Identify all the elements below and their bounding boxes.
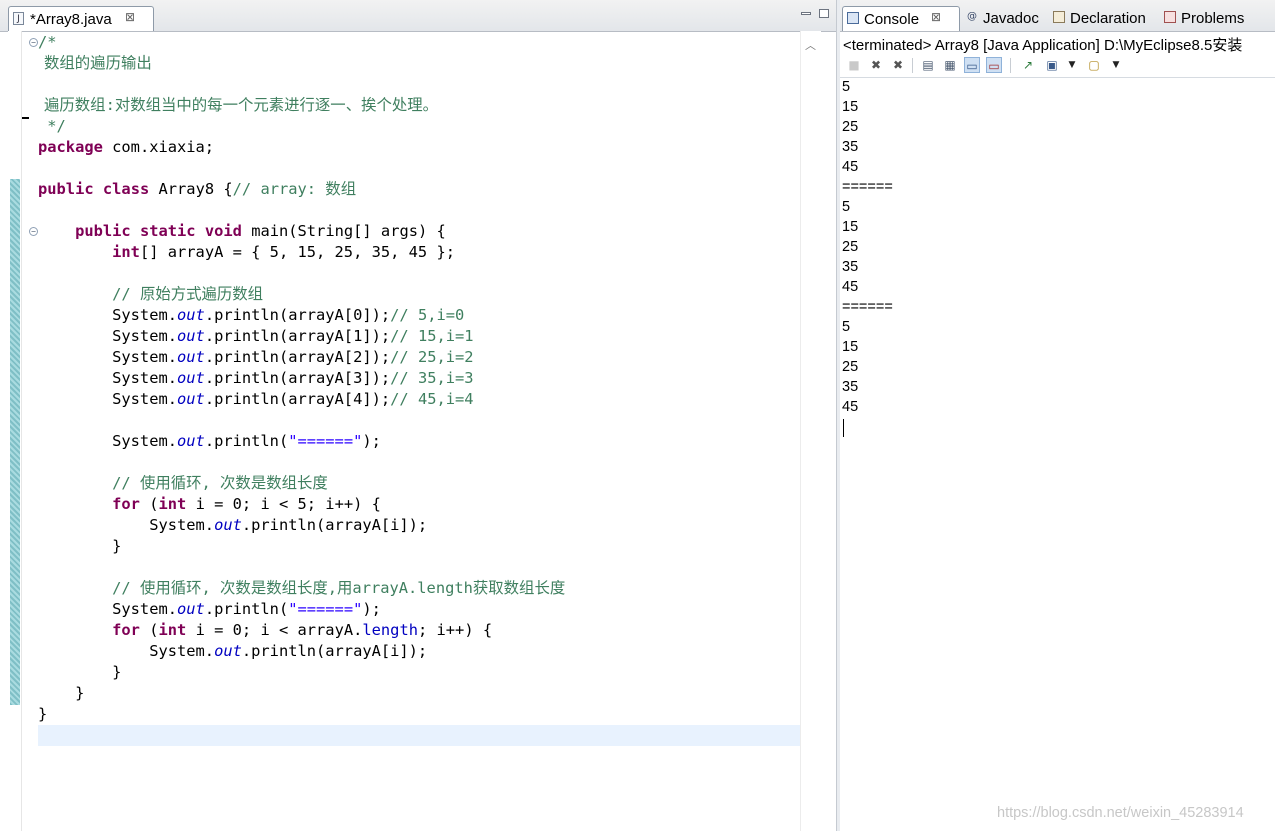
line-marker — [22, 117, 29, 119]
code-line: for (int i = 0; i < arrayA.length; i++) … — [112, 621, 493, 639]
declaration-icon — [1053, 11, 1065, 23]
code-line: System.out.println(arrayA[i]); — [38, 642, 428, 660]
watermark: https://blog.csdn.net/weixin_45283914 — [997, 805, 1244, 821]
console-pane: Console ⊠ @ Javadoc Declaration Problems… — [840, 0, 1275, 831]
problems-icon — [1164, 11, 1176, 23]
close-tab-icon[interactable]: ⊠ — [931, 10, 941, 24]
console-line: 15 — [842, 219, 859, 235]
tab-array8-java[interactable]: J *Array8.java ⊠ — [8, 6, 154, 31]
console-line: 35 — [842, 379, 859, 395]
toolbar-separator — [912, 58, 913, 73]
toolbar-separator — [1010, 58, 1011, 73]
code-line: } — [38, 537, 122, 555]
display-console-icon[interactable]: ▣ — [1044, 57, 1060, 73]
maximize-button[interactable] — [819, 9, 829, 18]
display-dropdown-icon[interactable]: ▼ — [1064, 57, 1080, 73]
code-line: */ — [38, 117, 66, 135]
console-line: 25 — [842, 359, 859, 375]
console-line: ====== — [842, 179, 893, 195]
console-line: 15 — [842, 99, 859, 115]
console-line: 25 — [842, 239, 859, 255]
remove-launch-icon[interactable]: ✖ — [868, 57, 884, 73]
console-line: 35 — [842, 139, 859, 155]
code-line: } — [38, 663, 122, 681]
console-line: 5 — [842, 319, 851, 335]
tab-label: *Array8.java — [30, 11, 112, 28]
show-on-stderr-icon[interactable]: ▭ — [986, 57, 1002, 73]
editor-pane: J *Array8.java ⊠ − − /* 数组的遍历输出 遍历数组:对数组… — [0, 0, 836, 831]
code-line: System.out.println(arrayA[0]);// 5,i=0 — [38, 306, 465, 324]
tab-label: Problems — [1181, 10, 1245, 27]
java-file-icon: J — [13, 12, 24, 25]
console-icon — [847, 12, 859, 24]
code-line: } — [38, 684, 85, 702]
show-on-stdout-icon[interactable]: ▭ — [964, 57, 980, 73]
open-console-dropdown-icon[interactable]: ▼ — [1108, 57, 1124, 73]
code-line: } — [38, 705, 48, 723]
tab-declaration[interactable]: Declaration — [1049, 6, 1159, 31]
code-line: // 使用循环, 次数是数组长度,用arrayA.length获取数组长度 — [112, 579, 566, 597]
clear-console-icon[interactable]: ▦ — [942, 57, 958, 73]
code-line: for (int i = 0; i < 5; i++) { — [112, 495, 381, 513]
code-line: System.out.println("======"); — [38, 432, 381, 450]
minimize-button[interactable] — [801, 12, 811, 15]
pin-console-icon[interactable]: ↗ — [1020, 57, 1036, 73]
code-line: 遍历数组:对数组当中的每一个元素进行逐一、挨个处理。 — [44, 96, 439, 114]
tab-label: Declaration — [1070, 10, 1146, 27]
tab-console[interactable]: Console ⊠ — [842, 6, 960, 31]
code-line: System.out.println("======"); — [38, 600, 381, 618]
code-line: // 原始方式遍历数组 — [112, 285, 264, 303]
code-line: package com.xiaxia; — [38, 138, 215, 156]
editor-vertical-scrollbar[interactable]: ︿ — [800, 31, 821, 831]
code-line: 数组的遍历输出 — [44, 54, 152, 72]
console-tab-bar: Console ⊠ @ Javadoc Declaration Problems — [840, 0, 1275, 32]
open-console-icon[interactable]: ▢ — [1086, 57, 1102, 73]
code-line: System.out.println(arrayA[3]);// 35,i=3 — [38, 369, 474, 387]
console-line: 45 — [842, 159, 859, 175]
tab-problems[interactable]: Problems — [1160, 6, 1260, 31]
javadoc-icon: @ — [967, 11, 977, 22]
code-line: // 使用循环, 次数是数组长度 — [112, 474, 328, 492]
code-line: public class Array8 {// array: 数组 — [38, 180, 357, 198]
code-line: System.out.println(arrayA[2]);// 25,i=2 — [38, 348, 474, 366]
code-line: System.out.println(arrayA[1]);// 15,i=1 — [38, 327, 474, 345]
fold-comment-icon[interactable]: − — [29, 38, 38, 47]
change-indicator-bar — [10, 179, 20, 705]
remove-all-terminated-icon[interactable]: ✖ — [890, 57, 906, 73]
code-editor[interactable]: − − /* 数组的遍历输出 遍历数组:对数组当中的每一个元素进行逐一、挨个处理… — [8, 31, 836, 831]
console-line: 45 — [842, 279, 859, 295]
console-status-text: <terminated> Array8 [Java Application] D… — [843, 37, 1243, 54]
fold-method-icon[interactable]: − — [29, 227, 38, 236]
tab-label: Javadoc — [983, 10, 1039, 27]
console-line: 5 — [842, 79, 851, 95]
editor-tab-bar: J *Array8.java ⊠ — [0, 0, 836, 32]
code-line: /* — [38, 33, 57, 51]
close-tab-icon[interactable]: ⊠ — [125, 10, 135, 24]
code-line: System.out.println(arrayA[4]);// 45,i=4 — [38, 390, 474, 408]
console-line: 15 — [842, 339, 859, 355]
console-line: ====== — [842, 299, 893, 315]
console-line: 35 — [842, 259, 859, 275]
text-cursor — [843, 419, 844, 437]
tab-label: Console — [864, 11, 920, 28]
code-line: public static void main(String[] args) { — [75, 222, 446, 240]
console-line: 25 — [842, 119, 859, 135]
console-line: 45 — [842, 399, 859, 415]
console-toolbar: ■ ✖ ✖ ▤ ▦ ▭ ▭ ↗ ▣ ▼ ▢ ▼ — [840, 53, 1275, 78]
tab-javadoc[interactable]: @ Javadoc — [962, 6, 1048, 31]
scroll-lock-icon[interactable]: ▤ — [920, 57, 936, 73]
code-line: int[] arrayA = { 5, 15, 25, 35, 45 }; — [112, 243, 455, 261]
code-line: System.out.println(arrayA[i]); — [38, 516, 428, 534]
scroll-up-icon[interactable]: ︿ — [805, 37, 816, 53]
current-line-highlight — [38, 725, 808, 746]
terminate-icon[interactable]: ■ — [846, 57, 862, 73]
console-line: 5 — [842, 199, 851, 215]
